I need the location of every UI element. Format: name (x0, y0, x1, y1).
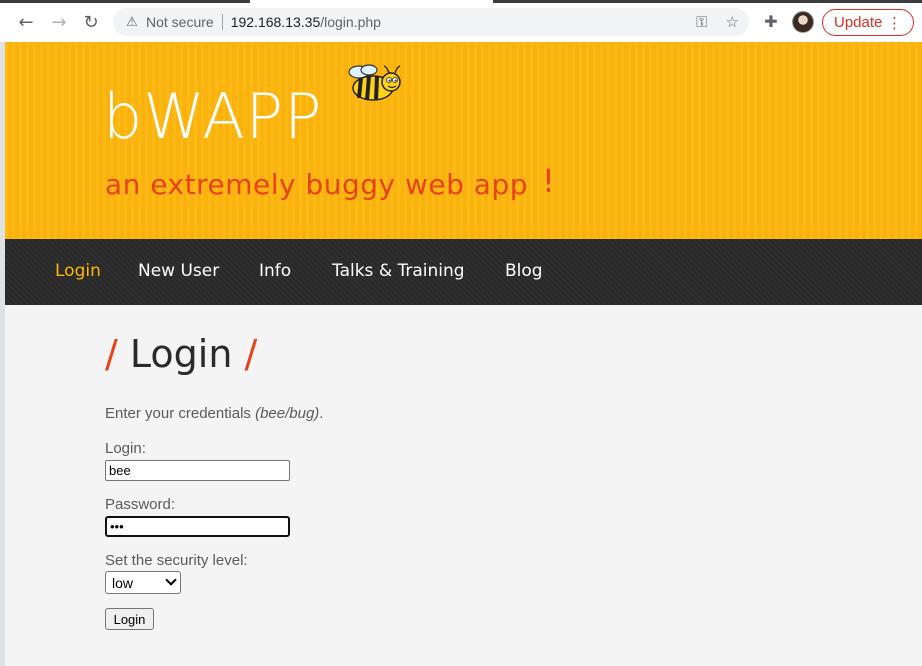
site-logo[interactable]: bWAPP (103, 80, 322, 153)
address-bar[interactable]: ⚠ Not secure 192.168.13.35/login.php ⚿ ☆ (113, 8, 749, 36)
title-slash-right: / (244, 332, 258, 376)
login-label: Login: (105, 440, 146, 457)
update-button[interactable]: Update ⋮ (822, 9, 914, 36)
menu-item-talks-training[interactable]: Talks & Training (332, 261, 465, 281)
hint-prefix: Enter your credentials (105, 405, 256, 422)
chevron-down-icon (165, 574, 177, 586)
back-icon[interactable]: ← (12, 8, 40, 36)
security-level-label: Set the security level: (105, 552, 248, 569)
omnibox-actions: ⚿ ☆ (696, 8, 739, 36)
url-host[interactable]: 192.168.13.35 (231, 14, 321, 30)
login-input[interactable] (105, 460, 290, 481)
bookmark-star-icon[interactable]: ☆ (726, 13, 739, 31)
extensions-puzzle-icon[interactable]: ✚ (760, 10, 782, 32)
more-menu-icon[interactable]: ⋮ (887, 14, 902, 32)
url-path[interactable]: /login.php (320, 14, 381, 30)
profile-avatar[interactable] (792, 11, 814, 33)
security-level-select[interactable]: low (105, 571, 181, 594)
page-title: / Login / (105, 332, 257, 376)
security-status[interactable]: Not secure (146, 14, 214, 30)
hint-suffix: . (319, 405, 324, 422)
bee-logo-icon (348, 64, 401, 101)
omnibox-divider (221, 14, 223, 30)
menu-item-info[interactable]: Info (259, 261, 291, 281)
reload-icon[interactable]: ↻ (77, 8, 105, 36)
tagline-exclamation: ! (542, 162, 555, 200)
menu-item-blog[interactable]: Blog (505, 261, 543, 281)
warning-icon[interactable]: ⚠ (124, 14, 140, 30)
update-label: Update (834, 14, 883, 31)
forward-icon[interactable]: → (45, 8, 73, 36)
site-tagline: an extremely buggy web app (105, 168, 529, 201)
login-submit-button[interactable]: Login (105, 608, 154, 630)
password-input[interactable] (105, 516, 290, 537)
menu-item-new-user[interactable]: New User (138, 261, 219, 281)
title-slash-left: / (105, 332, 118, 376)
tab-strip-edge-left (0, 0, 250, 3)
browser-toolbar: ← → ↻ ⚠ Not secure 192.168.13.35/login.p… (0, 0, 922, 42)
menu-item-login[interactable]: Login (55, 261, 101, 281)
web-page: bWAPP an extremely buggy web app ! Login… (5, 42, 922, 666)
hint-credentials: (bee/bug) (255, 405, 320, 422)
key-icon[interactable]: ⚿ (696, 13, 707, 31)
tab-strip-edge-right (493, 0, 922, 3)
main-menu: Login New User Info Talks & Training Blo… (5, 239, 922, 305)
site-header: bWAPP an extremely buggy web app ! (5, 42, 922, 239)
title-text: Login (129, 332, 233, 376)
credentials-hint: Enter your credentials (bee/bug). (105, 405, 323, 422)
password-label: Password: (105, 496, 176, 513)
security-level-value: low (112, 574, 134, 591)
